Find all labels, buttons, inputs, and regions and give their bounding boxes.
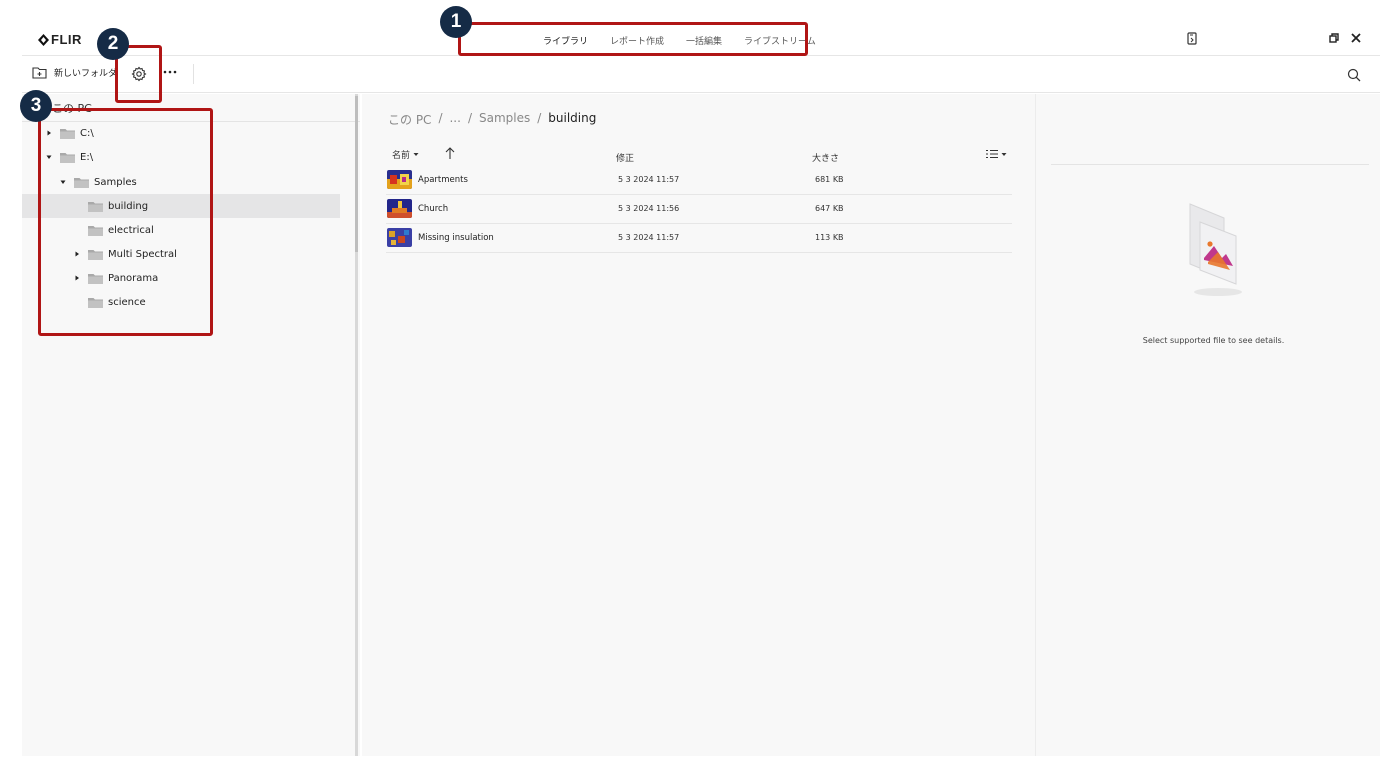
column-modified-header[interactable]: 修正	[616, 151, 634, 164]
details-message: Select supported file to see details.	[1142, 336, 1285, 345]
breadcrumb-root[interactable]: この PC	[388, 111, 431, 128]
new-folder-icon	[32, 67, 47, 79]
more-options-icon[interactable]	[163, 65, 177, 83]
details-divider	[1051, 164, 1369, 165]
device-icon[interactable]	[1184, 30, 1200, 46]
breadcrumb-ellipsis[interactable]: ...	[449, 111, 460, 128]
annotation-badge-1: 1	[440, 6, 472, 38]
breadcrumb: この PC / ... / Samples / building	[388, 111, 596, 128]
toolbar-divider	[193, 64, 194, 84]
view-options-button[interactable]	[986, 149, 1007, 159]
file-list-header: 名前 修正 大きさ	[388, 146, 1013, 166]
thermal-thumbnail	[387, 228, 412, 247]
file-modified: 5 3 2024 11:57	[618, 233, 680, 242]
file-name: Apartments	[418, 175, 468, 185]
file-modified: 5 3 2024 11:56	[618, 204, 680, 213]
file-row[interactable]: Church 5 3 2024 11:56 647 KB	[386, 195, 1012, 224]
file-size: 681 KB	[815, 175, 844, 184]
file-name: Church	[418, 204, 449, 214]
annotation-badge-2: 2	[97, 28, 129, 60]
thermal-thumbnail	[387, 199, 412, 218]
breadcrumb-separator: /	[537, 111, 542, 125]
tree-scrollbar-thumb[interactable]	[355, 96, 358, 252]
new-folder-button[interactable]: 新しいフォルダ	[32, 66, 117, 79]
flir-logo-icon	[38, 33, 49, 46]
highlight-box-tabs	[458, 22, 808, 56]
restore-window-icon[interactable]	[1326, 30, 1342, 46]
highlight-box-tree	[38, 108, 213, 336]
breadcrumb-current: building	[548, 111, 597, 125]
file-list-pane: この PC / ... / Samples / building 名前 修正 大…	[362, 94, 1035, 756]
image-placeholder-icon	[1184, 200, 1248, 300]
file-row[interactable]: Apartments 5 3 2024 11:57 681 KB	[386, 166, 1012, 195]
column-name-label: 名前	[392, 151, 411, 161]
chevron-down-icon	[1001, 152, 1007, 156]
thermal-thumbnail	[387, 170, 412, 189]
logo-text: FLIR	[51, 32, 82, 47]
column-name-header[interactable]: 名前	[392, 148, 419, 161]
breadcrumb-parent[interactable]: Samples	[479, 111, 530, 128]
details-pane: Select supported file to see details.	[1035, 94, 1380, 756]
column-size-header[interactable]: 大きさ	[812, 151, 839, 164]
file-modified: 5 3 2024 11:57	[618, 175, 680, 184]
close-window-icon[interactable]	[1348, 30, 1364, 46]
file-row[interactable]: Missing insulation 5 3 2024 11:57 113 KB	[386, 224, 1012, 253]
breadcrumb-separator: /	[438, 111, 443, 125]
search-icon[interactable]	[1347, 67, 1363, 83]
toolbar: 新しいフォルダ	[22, 57, 1380, 93]
new-folder-label: 新しいフォルダ	[54, 69, 118, 79]
file-name: Missing insulation	[418, 233, 494, 243]
file-size: 647 KB	[815, 204, 844, 213]
list-view-icon	[986, 149, 998, 159]
annotation-badge-3: 3	[20, 90, 52, 122]
sort-ascending-icon[interactable]	[444, 146, 456, 160]
file-size: 113 KB	[815, 233, 844, 242]
chevron-down-icon	[413, 153, 419, 156]
breadcrumb-separator: /	[467, 111, 472, 125]
flir-logo: FLIR	[38, 32, 82, 47]
app-window: FLIR ライブラリ レポート作成 一括編集 ライブストリーム 新しいフォルダ	[22, 0, 1380, 756]
